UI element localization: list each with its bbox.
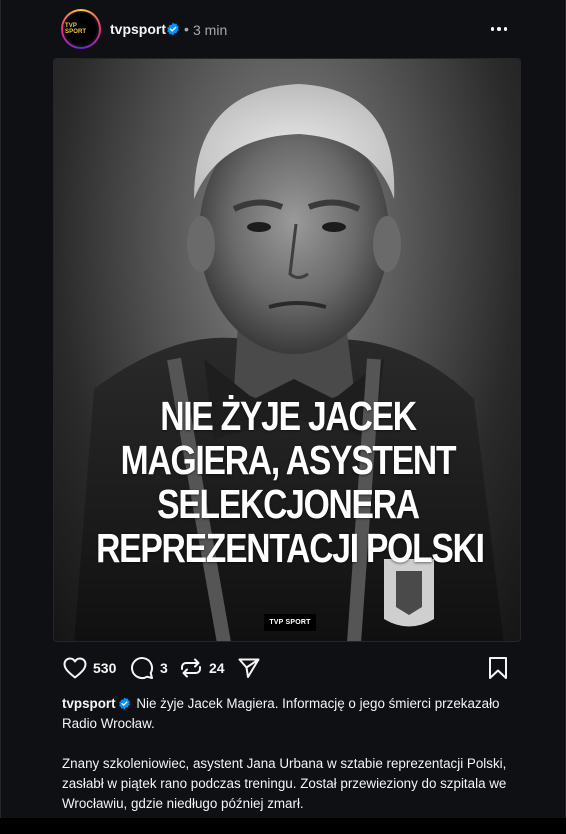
post-time[interactable]: 3 min (193, 22, 227, 38)
avatar-inner: TVP SPORT (63, 11, 99, 47)
tvp-sport-watermark: TVP SPORT (264, 614, 316, 631)
send-icon (238, 658, 260, 678)
like-button[interactable]: 530 (63, 655, 116, 681)
post-card: TVP SPORT tvpsport • 3 min NIE ŻYJE JACE… (0, 0, 566, 818)
comment-count: 3 (160, 660, 168, 676)
save-button[interactable] (487, 655, 509, 681)
bookmark-icon (489, 657, 507, 679)
caption-paragraph: tvpsport Nie żyje Jacek Magiera. Informa… (62, 694, 512, 734)
separator-dot: • (184, 21, 189, 37)
headline-line: SELEKCJONERA (157, 481, 420, 527)
caption-paragraph: Znany szkoleniowiec, asystent Jana Urban… (62, 756, 507, 811)
avatar[interactable]: TVP SPORT (61, 9, 101, 49)
share-button[interactable] (237, 655, 261, 681)
post-caption: tvpsport Nie żyje Jacek Magiera. Informa… (62, 694, 512, 834)
username-link[interactable]: tvpsport (110, 21, 166, 37)
comment-icon (131, 657, 154, 680)
image-headline: NIE ŻYJE JACEK MAGIERA, ASYSTENT SELEKCJ… (96, 393, 485, 571)
action-bar: 530 3 24 (61, 655, 521, 683)
repost-button[interactable]: 24 (179, 655, 225, 681)
heart-icon (63, 657, 87, 679)
repost-count: 24 (209, 660, 225, 676)
post-header: TVP SPORT tvpsport • 3 min (1, 0, 565, 58)
caption-username-link[interactable]: tvpsport (62, 696, 116, 711)
headline-line: REPREZENTACJI POLSKI (96, 525, 485, 571)
more-dot (503, 27, 508, 31)
avatar-logo-text: TVP SPORT (65, 23, 87, 35)
headline-line: NIE ŻYJE JACEK (160, 393, 417, 439)
more-options-icon[interactable] (487, 18, 511, 40)
verified-badge-icon (118, 697, 130, 710)
comment-button[interactable]: 3 (130, 655, 168, 681)
verified-badge-icon (167, 22, 179, 36)
like-count: 530 (93, 660, 117, 676)
post-image[interactable]: NIE ŻYJE JACEK MAGIERA, ASYSTENT SELEKCJ… (53, 58, 521, 642)
more-dot (490, 27, 495, 31)
repost-icon (181, 658, 201, 678)
more-dot (497, 27, 501, 31)
headline-line: MAGIERA, ASYSTENT (120, 437, 457, 483)
